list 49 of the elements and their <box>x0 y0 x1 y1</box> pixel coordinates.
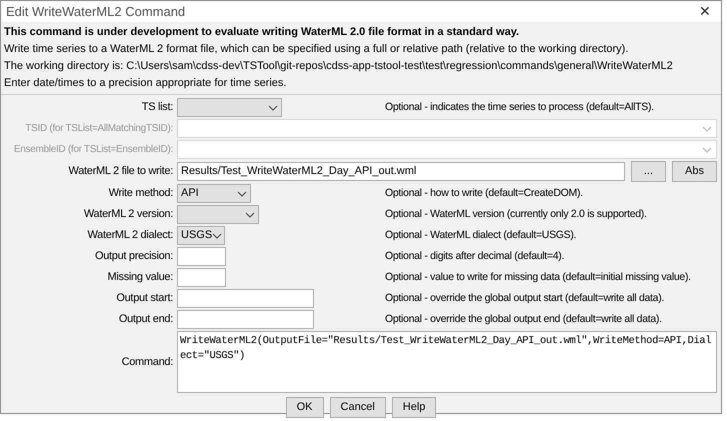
close-button[interactable]: ✕ <box>699 1 711 22</box>
dialog-button[interactable]: Abs <box>672 161 717 182</box>
chevron-down-icon <box>702 126 712 132</box>
field-label: EnsembleID (for TSList=EnsembleID): <box>12 143 174 157</box>
input-field[interactable] <box>177 268 226 287</box>
command-text-area[interactable]: WriteWaterML2(OutputFile="Results/Test_WriteWaterML2_Day_API_out.wml",WriteMethod=API,Dialect="USGS") <box>177 331 717 393</box>
field-description: Optional - how to write (default=CreateDOM). <box>385 186 583 201</box>
dropdown[interactable]: API <box>177 184 251 203</box>
field-label: WaterML 2 file to write: <box>68 164 174 180</box>
field-description: Optional - override the global output end (default=write all data). <box>385 312 662 327</box>
field-description: Optional - indicates the time series to process (default=AllTS). <box>385 100 654 115</box>
instruction-text: Enter date/times to a precision appropriate for time series. <box>4 76 288 91</box>
field-label: Command: <box>120 354 174 370</box>
dropdown[interactable] <box>177 205 259 224</box>
field-label: Output end: <box>118 312 174 328</box>
field-label: TS list: <box>140 100 174 116</box>
chevron-down-icon <box>245 212 255 218</box>
field-label: TSID (for TSList=AllMatchingTSID): <box>24 122 174 136</box>
dialog-button[interactable]: ... <box>630 161 666 182</box>
dropdown[interactable] <box>177 98 282 117</box>
dropdown[interactable]: USGS <box>177 226 225 245</box>
chevron-down-icon <box>237 190 247 196</box>
window-title: Edit WriteWaterML2 Command <box>6 2 186 21</box>
instruction-text: Write time series to a WaterML 2 format file, which can be specified using a full or relative path (relative to the working directory). <box>4 42 630 57</box>
field-description: Optional - value to write for missing data (default=initial missing value). <box>385 270 691 285</box>
dialog-button[interactable]: Help <box>392 397 436 418</box>
chevron-down-icon <box>268 104 278 110</box>
input-field[interactable] <box>177 289 314 308</box>
input-field[interactable] <box>177 247 226 266</box>
dropdown[interactable] <box>177 140 717 159</box>
field-label: WaterML 2 dialect: <box>86 228 174 244</box>
field-description: Optional - WaterML version (currently only 2.0 is supported). <box>385 206 647 222</box>
dialog-button[interactable]: Cancel <box>330 397 386 418</box>
field-description: Optional - digits after decimal (default=4). <box>385 248 564 264</box>
chevron-down-icon <box>212 232 222 238</box>
input-field[interactable] <box>177 310 314 329</box>
field-label: WaterML 2 version: <box>82 207 174 222</box>
dropdown[interactable] <box>177 119 717 138</box>
field-description: Optional - WaterML dialect (default=USGS). <box>385 228 576 243</box>
field-label: Output start: <box>115 291 174 306</box>
field-label: Write method: <box>108 186 174 202</box>
chevron-down-icon <box>702 146 712 152</box>
dialog-button[interactable]: OK <box>286 397 324 418</box>
field-label: Output precision: <box>94 249 174 264</box>
field-description: Optional - override the global output start (default=write all data). <box>385 290 664 306</box>
instruction-text: This command is under development to evaluate writing WaterML 2.0 file format in a standard way. <box>4 25 520 40</box>
input-field[interactable]: Results/Test_WriteWaterML2_Day_API_out.wml <box>177 162 625 181</box>
field-label: Missing value: <box>106 270 174 286</box>
instruction-text: The working directory is: C:\Users\sam\cdss-dev\TSTool\git-repos\cdss-app-tstool-test\test\regression\commands\general\WriteWaterML2 <box>4 59 674 74</box>
